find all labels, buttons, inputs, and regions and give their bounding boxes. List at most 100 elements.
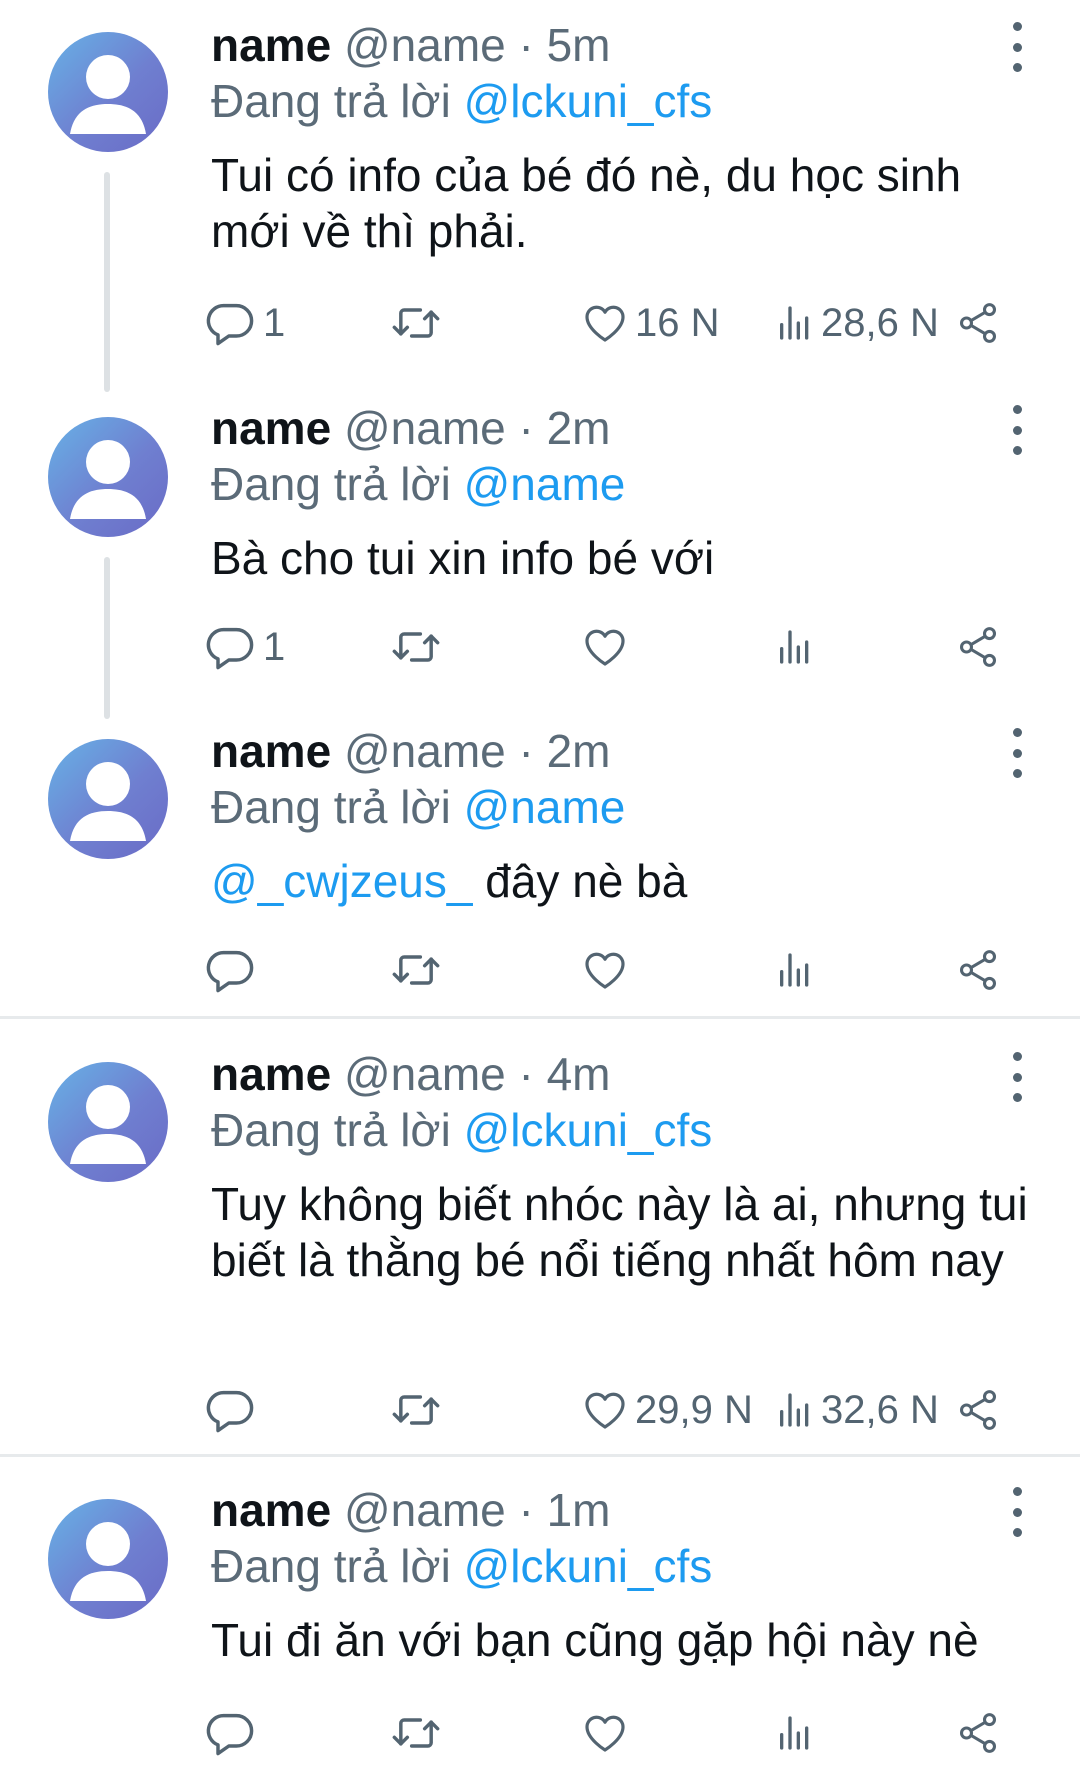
views-button[interactable] [775,1703,821,1763]
like-button[interactable] [581,1703,635,1763]
views-count: 32,6 N [821,1387,939,1432]
views-button[interactable] [775,617,821,677]
reply-prefix: Đang trả lời [211,75,451,127]
action-bar: 1 16 N 28,6 N [205,293,1015,353]
views-icon [780,630,809,664]
avatar[interactable] [48,739,168,859]
retweet-button[interactable] [390,1703,448,1763]
reply-button[interactable]: 1 [205,617,285,677]
views-icon [780,953,809,987]
tweet[interactable]: name @name · 2m Đang trả lời @name Bà ch… [0,385,1080,719]
retweet-button[interactable] [390,293,448,353]
reply-context: Đang trả lời @name [211,779,1031,835]
reply-icon [206,627,254,670]
tweet[interactable]: name @name · 4m Đang trả lời @lckuni_cfs… [0,1019,1080,1452]
avatar[interactable] [48,1499,168,1619]
reply-icon [206,1713,254,1756]
reply-to-link[interactable]: @lckuni_cfs [464,1540,713,1592]
like-icon [585,305,625,342]
retweet-button[interactable] [390,940,448,1000]
tweet-header: name @name · 5m [211,17,1031,73]
action-bar: 1 [205,617,1015,677]
tweet[interactable]: name @name · 5m Đang trả lời @lckuni_cfs… [0,0,1080,392]
reply-to-link[interactable]: @name [464,781,626,833]
avatar-icon [70,55,146,134]
handle[interactable]: @name [344,1048,506,1100]
tweet-text-body: Tuy không biết nhóc này là ai, nhưng tui… [211,1178,1028,1286]
tweet-header: name @name · 2m [211,400,1031,456]
views-button[interactable] [775,940,821,1000]
avatar[interactable] [48,1062,168,1182]
avatar-icon [70,762,146,841]
share-icon [959,303,997,343]
handle[interactable]: @name [344,1484,506,1536]
more-icon[interactable] [1005,728,1029,778]
retweet-icon [392,308,440,338]
share-icon [959,627,997,667]
handle[interactable]: @name [344,725,506,777]
reply-icon [206,1390,254,1433]
reply-button[interactable] [205,1380,263,1440]
timestamp[interactable]: · 2m [519,725,611,777]
tweet-header: name @name · 1m [211,1482,1031,1538]
display-name[interactable]: name [211,1484,331,1536]
reply-prefix: Đang trả lời [211,1104,451,1156]
reply-button[interactable] [205,940,263,1000]
share-button[interactable] [955,1703,1001,1763]
more-icon[interactable] [1005,22,1029,72]
tweet-text-body: Tui có info của bé đó nè, du học sinh mớ… [211,149,962,257]
timestamp[interactable]: · 1m [519,1484,611,1536]
avatar-icon [70,1522,146,1601]
like-button[interactable] [581,617,635,677]
like-button[interactable]: 29,9 N [581,1380,753,1440]
like-button[interactable]: 16 N [581,293,720,353]
share-button[interactable] [955,617,1001,677]
more-icon[interactable] [1005,405,1029,455]
reply-context: Đang trả lời @lckuni_cfs [211,1538,1031,1594]
share-icon [959,1390,997,1430]
action-bar: 29,9 N 32,6 N [205,1380,1015,1440]
reply-to-link[interactable]: @name [464,458,626,510]
reply-to-link[interactable]: @lckuni_cfs [464,1104,713,1156]
tweet-text: Tuy không biết nhóc này là ai, nhưng tui… [211,1176,1031,1288]
more-icon[interactable] [1005,1052,1029,1102]
views-button[interactable]: 32,6 N [775,1380,939,1440]
views-button[interactable]: 28,6 N [775,293,939,353]
reply-context: Đang trả lời @name [211,456,1031,512]
avatar-icon [70,440,146,519]
timestamp[interactable]: · 4m [519,1048,611,1100]
retweet-icon [392,1718,440,1748]
like-icon [585,1715,625,1752]
tweet[interactable]: name @name · 1m Đang trả lời @lckuni_cfs… [0,1457,1080,1765]
tweet-text: Tui đi ăn với bạn cũng gặp hội này nè [211,1612,1031,1668]
mention-link[interactable]: @_cwjzeus_ [211,855,472,907]
retweet-button[interactable] [390,1380,448,1440]
share-button[interactable] [955,1380,1001,1440]
views-icon [780,306,809,340]
handle[interactable]: @name [344,402,506,454]
timestamp[interactable]: · 2m [519,402,611,454]
avatar[interactable] [48,32,168,152]
handle[interactable]: @name [344,19,506,71]
tweet-text-body: Tui đi ăn với bạn cũng gặp hội này nè [211,1614,979,1666]
display-name[interactable]: name [211,725,331,777]
like-icon [585,629,625,666]
display-name[interactable]: name [211,19,331,71]
retweet-button[interactable] [390,617,448,677]
like-count: 16 N [635,300,720,345]
tweet-text: Tui có info của bé đó nè, du học sinh mớ… [211,147,1031,259]
more-icon[interactable] [1005,1487,1029,1537]
reply-button[interactable] [205,1703,263,1763]
timestamp[interactable]: · 5m [519,19,611,71]
share-button[interactable] [955,940,1001,1000]
reply-prefix: Đang trả lời [211,458,451,510]
reply-to-link[interactable]: @lckuni_cfs [464,75,713,127]
display-name[interactable]: name [211,402,331,454]
like-button[interactable] [581,940,635,1000]
avatar[interactable] [48,417,168,537]
tweet-text-body: Bà cho tui xin info bé với [211,532,715,584]
display-name[interactable]: name [211,1048,331,1100]
tweet[interactable]: name @name · 2m Đang trả lời @name @_cwj… [0,705,1080,1015]
share-button[interactable] [955,293,1001,353]
reply-button[interactable]: 1 [205,293,285,353]
